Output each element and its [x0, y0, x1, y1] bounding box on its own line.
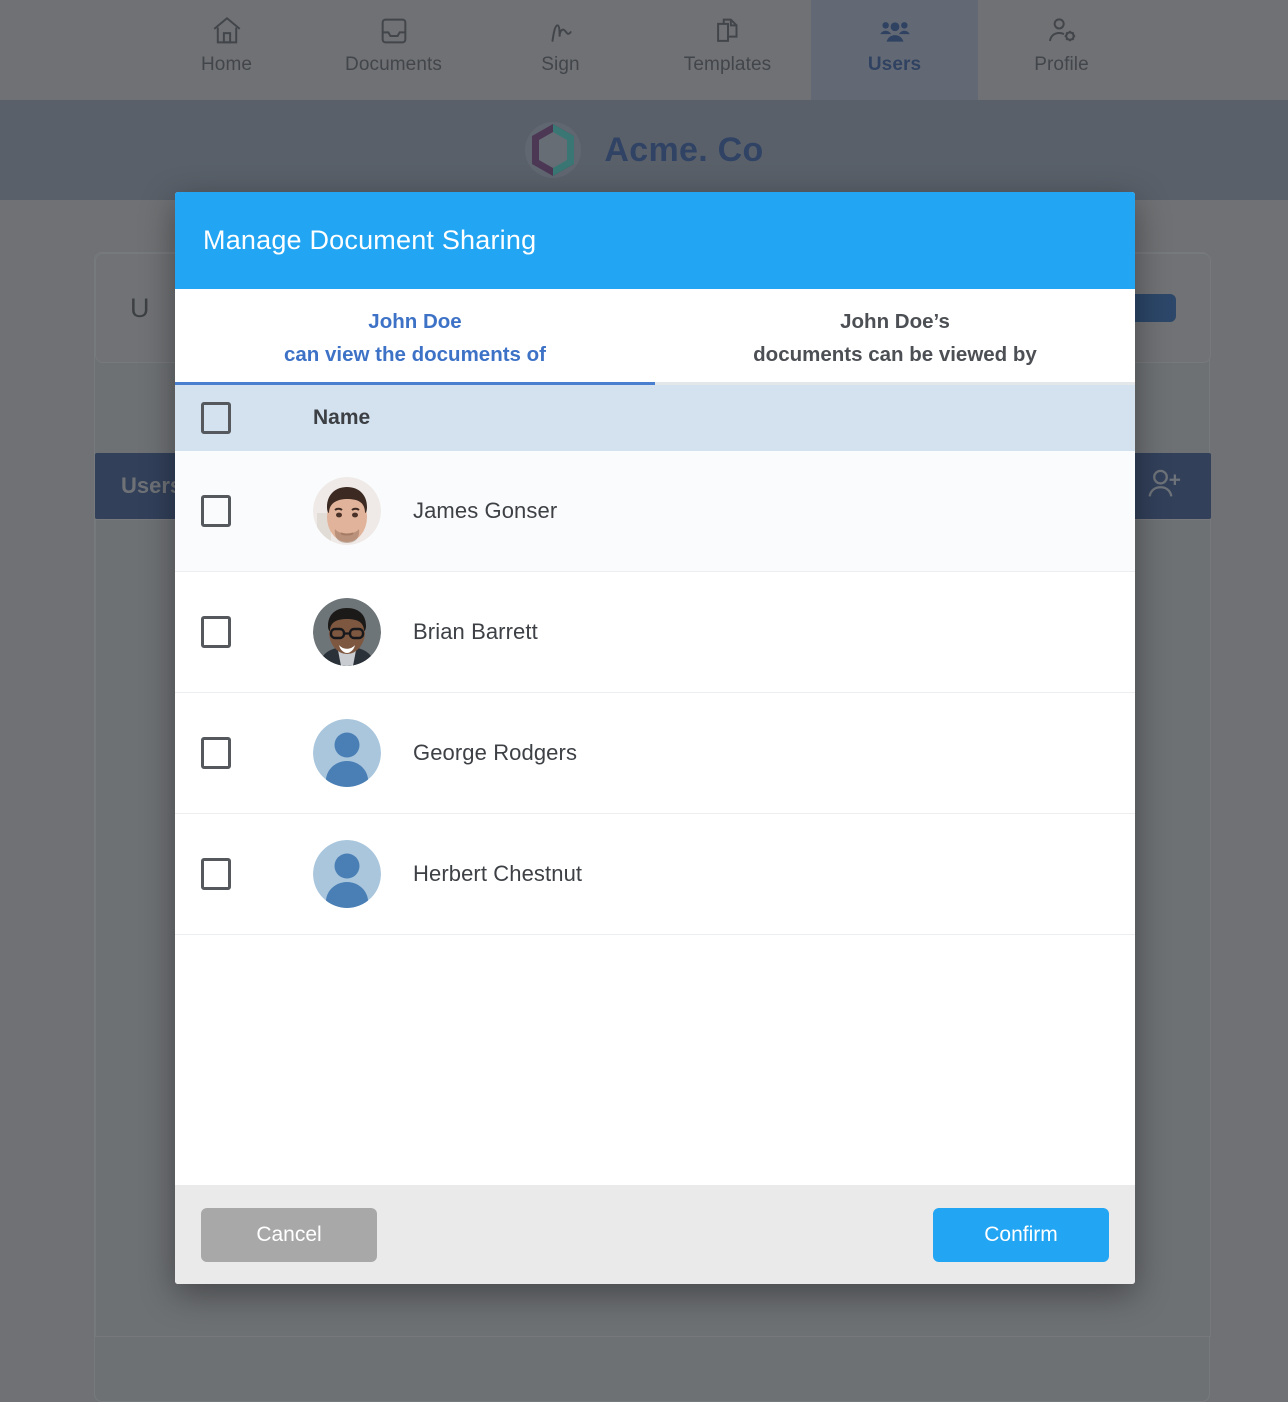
column-header-name-label: Name [313, 406, 371, 429]
avatar-cell [313, 719, 413, 787]
select-all-cell [201, 402, 313, 434]
sharing-direction-tabs: John Doe can view the documents of John … [175, 289, 1135, 385]
row-name: George Rodgers [413, 740, 578, 765]
row-checkbox-cell [201, 495, 313, 527]
row-name: Herbert Chestnut [413, 861, 583, 886]
manage-document-sharing-dialog: Manage Document Sharing John Doe can vie… [175, 192, 1135, 1284]
table-row[interactable]: Herbert Chestnut [175, 814, 1135, 935]
avatar [313, 598, 381, 666]
table-header-row: Name [175, 385, 1135, 451]
row-name: James Gonser [413, 498, 558, 523]
avatar-cell [313, 840, 413, 908]
avatar-cell [313, 598, 413, 666]
dialog-header: Manage Document Sharing [175, 192, 1135, 289]
row-checkbox-cell [201, 616, 313, 648]
dialog-title: Manage Document Sharing [203, 225, 537, 255]
confirm-button[interactable]: Confirm [933, 1207, 1109, 1262]
row-checkbox[interactable] [201, 737, 231, 769]
row-checkbox[interactable] [201, 495, 231, 527]
user-list: James Gonser Brian Barrett George Rodger… [175, 451, 1135, 1185]
dialog-footer: Cancel Confirm [175, 1185, 1135, 1284]
row-name: Brian Barrett [413, 619, 538, 644]
tab-can-view-line2: can view the documents of [284, 342, 546, 366]
select-all-checkbox[interactable] [201, 402, 231, 434]
table-row[interactable]: George Rodgers [175, 693, 1135, 814]
cancel-button[interactable]: Cancel [201, 1207, 377, 1262]
tab-viewed-by-line2: documents can be viewed by [753, 342, 1037, 366]
tab-can-view-line1: John Doe [368, 310, 462, 334]
row-checkbox[interactable] [201, 858, 231, 890]
tab-viewed-by-line1: John Doe’s [840, 310, 950, 334]
avatar [313, 477, 381, 545]
row-checkbox-cell [201, 737, 313, 769]
avatar-placeholder-icon [313, 840, 381, 908]
row-checkbox[interactable] [201, 616, 231, 648]
app-root: Home Documents Sign Templates Users Prof… [0, 0, 1288, 1402]
tab-can-view-documents-of[interactable]: John Doe can view the documents of [175, 289, 655, 385]
row-checkbox-cell [201, 858, 313, 890]
tab-documents-can-be-viewed-by[interactable]: John Doe’s documents can be viewed by [655, 289, 1135, 382]
avatar-cell [313, 477, 413, 545]
column-header-name: Name [313, 406, 1135, 430]
table-row[interactable]: Brian Barrett [175, 572, 1135, 693]
table-row[interactable]: James Gonser [175, 451, 1135, 572]
avatar-placeholder-icon [313, 719, 381, 787]
